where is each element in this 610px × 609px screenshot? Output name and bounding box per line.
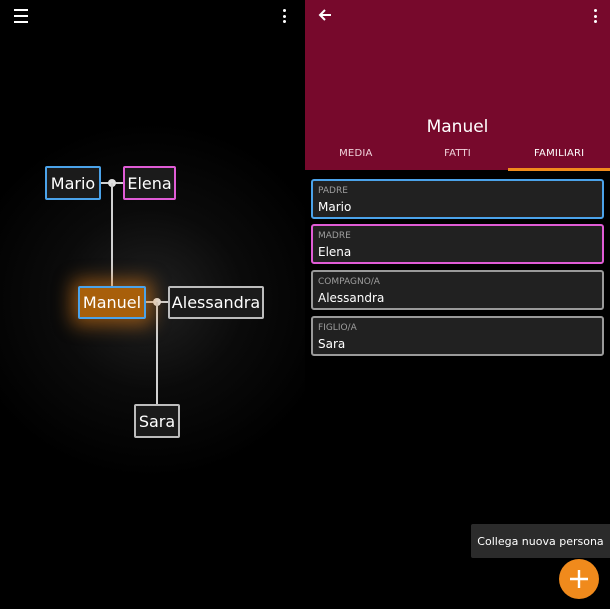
relative-card-padre[interactable]: PADRE Mario — [311, 179, 604, 219]
tab-fatti[interactable]: FATTI — [407, 146, 509, 170]
relation-label: MADRE — [318, 231, 351, 241]
relative-name: Alessandra — [318, 291, 385, 305]
tree-node-manuel[interactable]: Manuel — [78, 286, 146, 319]
relative-name: Mario — [318, 200, 352, 214]
relative-card-madre[interactable]: MADRE Elena — [311, 224, 604, 264]
arrow-back-icon[interactable] — [315, 5, 335, 25]
relative-card-compagno[interactable]: COMPAGNO/A Alessandra — [311, 270, 604, 310]
detail-panel: Manuel MEDIA FATTI FAMILIARI PADRE Mario… — [305, 0, 610, 609]
link-person-tooltip: Collega nuova persona — [471, 524, 610, 558]
tree-panel: Mario Elena Manuel Alessandra Sara — [0, 0, 305, 609]
tree-node-elena[interactable]: Elena — [123, 166, 176, 200]
relative-name: Elena — [318, 245, 352, 259]
add-person-fab[interactable] — [559, 559, 599, 599]
person-header: Manuel MEDIA FATTI FAMILIARI — [305, 0, 610, 171]
relation-label: PADRE — [318, 186, 348, 196]
relative-name: Sara — [318, 337, 346, 351]
tree-node-sara[interactable]: Sara — [134, 404, 180, 438]
plus-icon — [570, 570, 588, 588]
person-name-title: Manuel — [426, 117, 489, 137]
more-vert-icon[interactable] — [590, 7, 600, 25]
tree-node-alessandra[interactable]: Alessandra — [168, 286, 264, 319]
tab-bar: MEDIA FATTI FAMILIARI — [305, 146, 610, 171]
relation-label: FIGLIO/A — [318, 323, 357, 333]
relation-label: COMPAGNO/A — [318, 277, 380, 287]
tab-familiari[interactable]: FAMILIARI — [508, 146, 610, 171]
tab-media[interactable]: MEDIA — [305, 146, 407, 170]
tree-node-mario[interactable]: Mario — [45, 166, 101, 200]
relative-card-figlio[interactable]: FIGLIO/A Sara — [311, 316, 604, 356]
